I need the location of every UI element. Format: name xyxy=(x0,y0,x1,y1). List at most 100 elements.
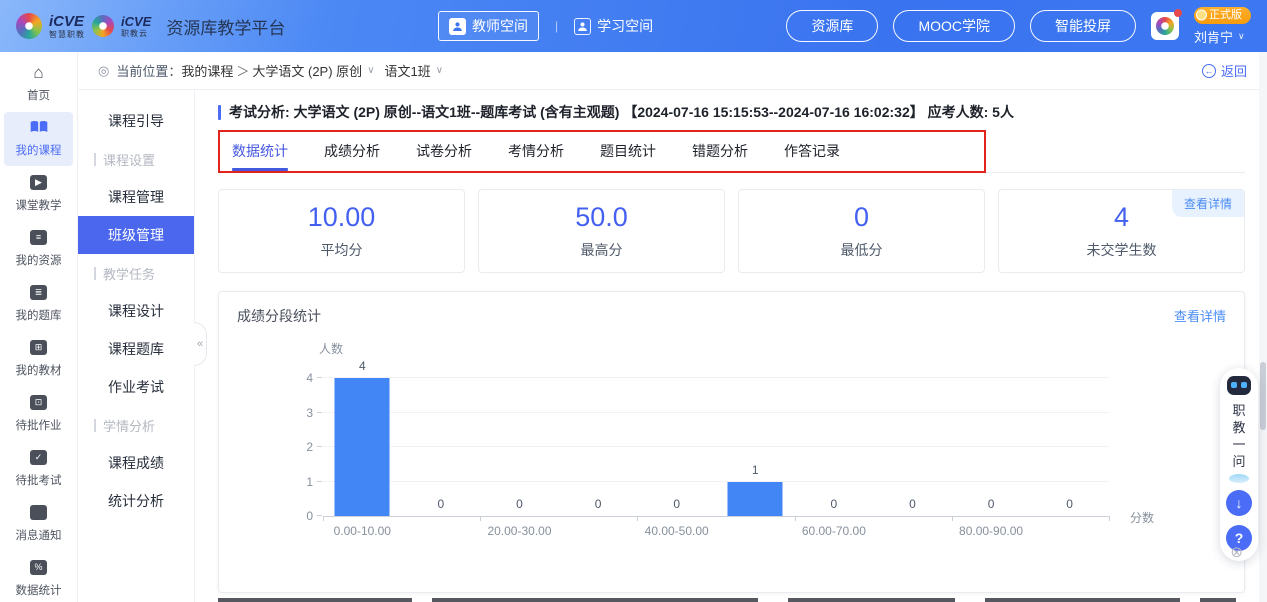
sidebar-item-home[interactable]: ⌂首页 xyxy=(4,57,73,111)
bar-value-label: 0 xyxy=(1066,497,1073,511)
back-button[interactable]: ← 返回 xyxy=(1202,61,1247,80)
sidebar-item-label: 课堂教学 xyxy=(4,197,73,213)
x-axis-name: 分数 xyxy=(1130,509,1154,526)
breadcrumb-label: 当前位置： xyxy=(116,61,181,80)
submenu: « 课程引导课程设置课程管理班级管理教学任务课程设计课程题库作业考试学情分析课程… xyxy=(78,90,195,602)
download-button[interactable]: ↓ xyxy=(1226,490,1252,516)
submenu-item-2[interactable]: 课程管理 xyxy=(78,178,194,216)
chart-slot-3: 0 xyxy=(559,378,638,516)
section-bar-icon xyxy=(94,153,96,166)
header-pill-0[interactable]: 资源库 xyxy=(786,10,878,42)
avatar[interactable] xyxy=(1151,12,1179,40)
x-category-label: 20.00-30.00 xyxy=(487,524,551,538)
breadcrumb-my-courses[interactable]: 我的课程 xyxy=(181,61,233,80)
y-tick-label: 1 xyxy=(306,475,313,489)
sidebar-item-label: 我的资源 xyxy=(4,252,73,268)
submenu-item-7[interactable]: 作业考试 xyxy=(78,368,194,406)
robot-assistant-icon[interactable] xyxy=(1227,376,1251,395)
breadcrumb-class-dropdown[interactable]: 语文1班 xyxy=(385,61,431,80)
annotation-red-box: 数据统计成绩分析试卷分析考情分析题目统计错题分析作答记录 xyxy=(218,130,986,173)
sidebar-item-resources[interactable]: ≡ 我的资源 xyxy=(4,222,73,276)
bar-value-label: 0 xyxy=(516,497,523,511)
bar-value-label: 4 xyxy=(359,359,366,373)
submenu-item-3[interactable]: 班级管理 xyxy=(78,216,194,254)
stat-label: 未交学生数 xyxy=(1087,240,1157,260)
bar-value-label: 0 xyxy=(909,497,916,511)
tab-0[interactable]: 数据统计 xyxy=(232,132,288,171)
section-bar-icon xyxy=(94,267,96,280)
tab-6[interactable]: 作答记录 xyxy=(784,132,840,171)
submenu-item-5[interactable]: 课程设计 xyxy=(78,292,194,330)
platform-title: 资源库教学平台 xyxy=(166,14,285,39)
tab-4[interactable]: 题目统计 xyxy=(600,132,656,171)
submenu-section-8: 学情分析 xyxy=(78,406,194,444)
class-chevron-down-icon[interactable]: ∨ xyxy=(436,65,443,76)
sidebar-item-statistics[interactable]: %数据统计 xyxy=(4,552,73,602)
assistant-widget[interactable]: 职教一问 ↓ ? xyxy=(1220,368,1258,561)
header-pill-1[interactable]: MOOC学院 xyxy=(893,10,1015,42)
logo1-sub: 智慧职教 xyxy=(49,31,85,39)
chart-slot-6: 060.00-70.00 xyxy=(795,378,874,516)
assistant-close-button[interactable]: ⊗ xyxy=(1230,543,1243,561)
course-chevron-down-icon[interactable]: ∨ xyxy=(367,65,374,76)
chart-slot-0: 40.00-10.00 xyxy=(323,378,402,516)
sidebar-item-label: 待批作业 xyxy=(4,417,73,433)
breadcrumb-course-dropdown[interactable]: 大学语文 (2P) 原创 xyxy=(252,61,362,80)
breadcrumb: ◎ 当前位置： 我的课程 ＞ 大学语文 (2P) 原创 ∨ 语文1班 ∨ ← 返… xyxy=(78,52,1267,90)
x-category-label: 80.00-90.00 xyxy=(959,524,1023,538)
sidebar-item-classroom[interactable]: ▶课堂教学 xyxy=(4,167,73,221)
scrollbar-track[interactable] xyxy=(1259,52,1267,602)
resources-icon: ≡ xyxy=(30,230,47,245)
sidebar-item-exam[interactable]: ✓待批考试 xyxy=(4,442,73,496)
exam-analysis-title: 考试分析: 大学语文 (2P) 原创--语文1班--题库考试 (含有主观题) 【… xyxy=(218,102,1245,122)
y-tick-label: 0 xyxy=(306,509,313,523)
sidebar-item-question-bank[interactable]: ≣我的题库 xyxy=(4,277,73,331)
teacher-space-label: 教师空间 xyxy=(472,16,528,36)
stat-card-0: 10.00平均分 xyxy=(218,189,465,273)
tab-5[interactable]: 错题分析 xyxy=(692,132,748,171)
nav-learning-space[interactable]: 学习空间 xyxy=(574,16,653,36)
submenu-item-10[interactable]: 统计分析 xyxy=(78,482,194,520)
assistant-label-char: 一 xyxy=(1232,436,1245,453)
splash-decoration-icon xyxy=(1229,474,1249,483)
y-tick-label: 3 xyxy=(306,406,313,420)
x-tick-mark xyxy=(637,516,638,521)
tab-1[interactable]: 成绩分析 xyxy=(324,132,380,171)
user-chevron-down-icon: ∨ xyxy=(1238,31,1245,42)
space-separator: | xyxy=(555,19,558,33)
stats-view-detail-button[interactable]: 查看详情 xyxy=(1172,190,1244,217)
submenu-item-9[interactable]: 课程成绩 xyxy=(78,444,194,482)
sidebar-item-label: 首页 xyxy=(4,87,73,103)
header-pills: 资源库 MOOC学院智能投屏 xyxy=(786,10,1136,42)
header-pill-2[interactable]: 智能投屏 xyxy=(1030,10,1136,42)
user-menu[interactable]: 正式版 刘肯宁 ∨ xyxy=(1194,7,1251,46)
chart-view-detail-link[interactable]: 查看详情 xyxy=(1174,306,1226,326)
scrollbar-thumb[interactable] xyxy=(1260,362,1266,430)
bar-value-label: 1 xyxy=(752,463,759,477)
sidebar-item-message[interactable]: 消息通知 xyxy=(4,497,73,551)
chart-slot-5: 1 xyxy=(716,378,795,516)
location-icon: ◎ xyxy=(98,63,109,79)
nav-teacher-space[interactable]: 教师空间 xyxy=(438,11,539,41)
y-tick-mark xyxy=(317,377,322,378)
submenu-item-6[interactable]: 课程题库 xyxy=(78,330,194,368)
logo2-brand: iCVE xyxy=(121,15,151,28)
teacher-space-icon xyxy=(449,18,466,35)
sidebar-item-courses[interactable]: 我的课程 xyxy=(4,112,73,166)
score-segment-panel: 成绩分段统计 查看详情 人数 分数 0123440.00-10.000020.0… xyxy=(218,291,1245,593)
logo2-sub: 职教云 xyxy=(121,30,151,38)
tab-3[interactable]: 考情分析 xyxy=(508,132,564,171)
assistant-label: 职教一问 xyxy=(1232,402,1245,470)
sidebar-item-label: 我的课程 xyxy=(4,142,73,158)
y-tick-mark xyxy=(317,412,322,413)
stat-card-3: 4未交学生数查看详情 xyxy=(998,189,1245,273)
sidebar-item-label: 待批考试 xyxy=(4,472,73,488)
sidebar-item-homework[interactable]: ⊡待批作业 xyxy=(4,387,73,441)
sidebar-item-textbook[interactable]: ⊞我的教材 xyxy=(4,332,73,386)
stat-card-1: 50.0最高分 xyxy=(478,189,725,273)
avatar-notification-badge xyxy=(1174,9,1182,17)
submenu-section-4: 教学任务 xyxy=(78,254,194,292)
tab-2[interactable]: 试卷分析 xyxy=(416,132,472,171)
submenu-item-0[interactable]: 课程引导 xyxy=(78,102,194,140)
submenu-collapse-button[interactable]: « xyxy=(194,322,207,366)
